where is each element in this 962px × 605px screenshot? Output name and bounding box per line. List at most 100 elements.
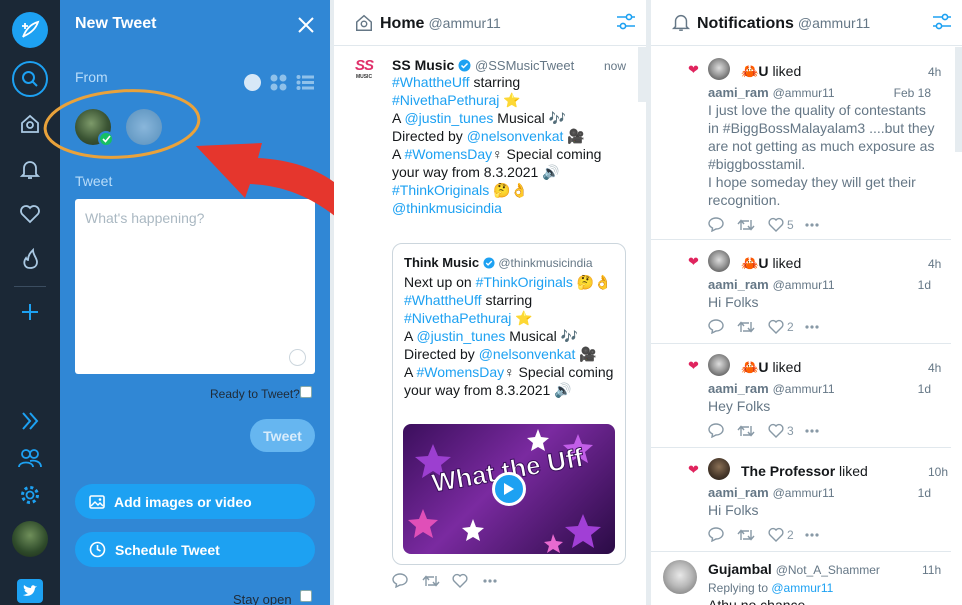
notification-time[interactable]: 4h [928,65,941,79]
scrollbar[interactable] [955,47,962,152]
liker-avatar[interactable] [708,354,730,376]
text-line: A @justin_tunes Musical 🎶 [404,327,619,345]
text-segment: A [404,364,417,380]
tweet-link[interactable]: @nelsonvenkat [479,346,576,362]
reply-handle[interactable]: @Not_A_Shammer [776,563,880,577]
text-segment: A [392,146,405,162]
reply-avatar[interactable] [663,560,697,594]
notification-time[interactable]: 4h [928,257,941,271]
column-settings-icon[interactable] [932,13,952,31]
like-notification[interactable]: ❤ The Professor liked 10h aami_ram @ammur11… [651,448,951,552]
replying-to-link[interactable]: @ammur11 [771,581,833,595]
tweet-link[interactable]: #ThinkOriginals [476,274,573,290]
tweet-handle[interactable]: @ammur11 [773,86,835,100]
reply-author[interactable]: Gujambal [708,561,772,577]
retweet-icon[interactable] [737,424,768,438]
tweet-link[interactable]: #NivethaPethuraj [392,92,499,108]
tweet-handle[interactable]: @ammur11 [773,278,835,292]
text-line: Next up on #ThinkOriginals 🤔👌 [404,273,619,291]
reply-icon[interactable] [392,573,422,588]
tweet-time[interactable]: now [604,59,626,73]
column-settings-icon[interactable] [616,13,636,31]
reply-time[interactable]: 11h [922,563,941,577]
liker-name[interactable]: The Professor [741,463,835,479]
retweet-icon[interactable] [737,320,768,334]
liker-avatar[interactable] [708,58,730,80]
tweet-user[interactable]: aami_ram [708,485,769,500]
more-icon[interactable] [804,428,820,434]
tweet-date[interactable]: 1d [918,382,931,396]
tweet-user[interactable]: aami_ram [708,85,769,100]
text-segment: Directed by [404,346,479,362]
reply-text: Athu no chance [708,597,806,605]
like-button[interactable]: 5 [768,217,804,232]
text-segment: 🎥 [563,128,585,144]
like-count: 3 [787,423,794,438]
like-button[interactable]: 2 [768,319,804,334]
like-button[interactable]: 3 [768,423,804,438]
liked-tweet-line: #biggbosstamil. [708,156,806,172]
tweet-handle[interactable]: @ammur11 [773,382,835,396]
reply-icon[interactable] [708,423,737,438]
text-line: your way from 8.3.2021 🔊 [404,381,619,399]
more-icon[interactable] [804,532,820,538]
retweet-icon[interactable] [737,528,768,542]
replying-prefix: Replying to [708,581,772,595]
text-line: #ThinkOriginals 🤔👌 [392,181,632,199]
text-line: @thinkmusicindia [392,199,632,217]
reply-icon[interactable] [708,319,737,334]
scrollbar[interactable] [638,47,646,102]
tweet-link[interactable]: @nelsonvenkat [467,128,564,144]
tweet-link[interactable]: #WhattheUff [404,292,482,308]
tweet-link[interactable]: #WhattheUff [392,74,470,90]
tweet-link[interactable]: @thinkmusicindia [392,200,502,216]
quoted-tweet[interactable]: Think Music @thinkmusicindia Next up on … [392,243,626,565]
like-button[interactable]: 2 [768,527,804,542]
tweet-link[interactable]: #WomensDay [416,364,504,380]
text-segment: ⭐ [511,310,533,326]
like-notification[interactable]: ❤ 🦀U liked 4h aami_ram @ammur11 1d Hi Folks 2 [651,240,951,344]
tweet-author[interactable]: SS Music [392,57,454,73]
play-icon[interactable] [492,472,526,506]
liked-heart-icon: ❤ [688,358,699,373]
video-thumbnail[interactable]: What the Uff [403,424,615,554]
tweet-link[interactable]: @justin_tunes [404,110,493,126]
text-segment: A [392,110,405,126]
text-line: A @justin_tunes Musical 🎶 [392,109,632,127]
tweet-user[interactable]: aami_ram [708,277,769,292]
reply-icon[interactable] [708,217,737,232]
avatar-logo-text: SS [354,57,374,74]
tweet-handle[interactable]: @SSMusicTweet [475,58,574,73]
liker-name[interactable]: 🦀U [741,63,769,79]
like-notification[interactable]: ❤ 🦀U liked 4h aami_ram @ammur11 1d Hey Folks 3 [651,344,951,448]
bell-icon [671,12,691,32]
more-icon[interactable] [482,578,498,584]
notification-time[interactable]: 10h [928,465,948,479]
liker-avatar[interactable] [708,250,730,272]
tweet-handle[interactable]: @ammur11 [773,486,835,500]
more-icon[interactable] [804,324,820,330]
liker-avatar[interactable] [708,458,730,480]
retweet-icon[interactable] [422,574,452,588]
tweet-link[interactable]: #WomensDay [404,146,492,162]
ssmusic-avatar[interactable]: SS MUSIC [346,58,382,94]
like-notification[interactable]: ❤ 🦀U liked 4h aami_ram @ammur11 Feb 18 I just… [651,48,951,240]
liked-heart-icon: ❤ [688,254,699,269]
tweet-link[interactable]: #ThinkOriginals [392,182,489,198]
text-line: your way from 8.3.2021 🔊 [392,163,632,181]
liker-name[interactable]: 🦀U [741,359,769,375]
like-icon[interactable] [452,573,482,588]
retweet-icon[interactable] [737,218,768,232]
tweet-date[interactable]: 1d [918,486,931,500]
text-segment: 🤔👌 [489,182,529,198]
more-icon[interactable] [804,222,820,228]
notification-time[interactable]: 4h [928,361,941,375]
reply-notification[interactable]: Gujambal @Not_A_Shammer 11h Replying to … [651,552,951,605]
liker-name[interactable]: 🦀U [741,255,769,271]
reply-icon[interactable] [708,527,737,542]
tweet-link[interactable]: #NivethaPethuraj [404,310,511,326]
tweet-link[interactable]: @justin_tunes [416,328,505,344]
tweet-date[interactable]: 1d [918,278,931,292]
tweet-user[interactable]: aami_ram [708,381,769,396]
tweet-date[interactable]: Feb 18 [894,86,931,100]
